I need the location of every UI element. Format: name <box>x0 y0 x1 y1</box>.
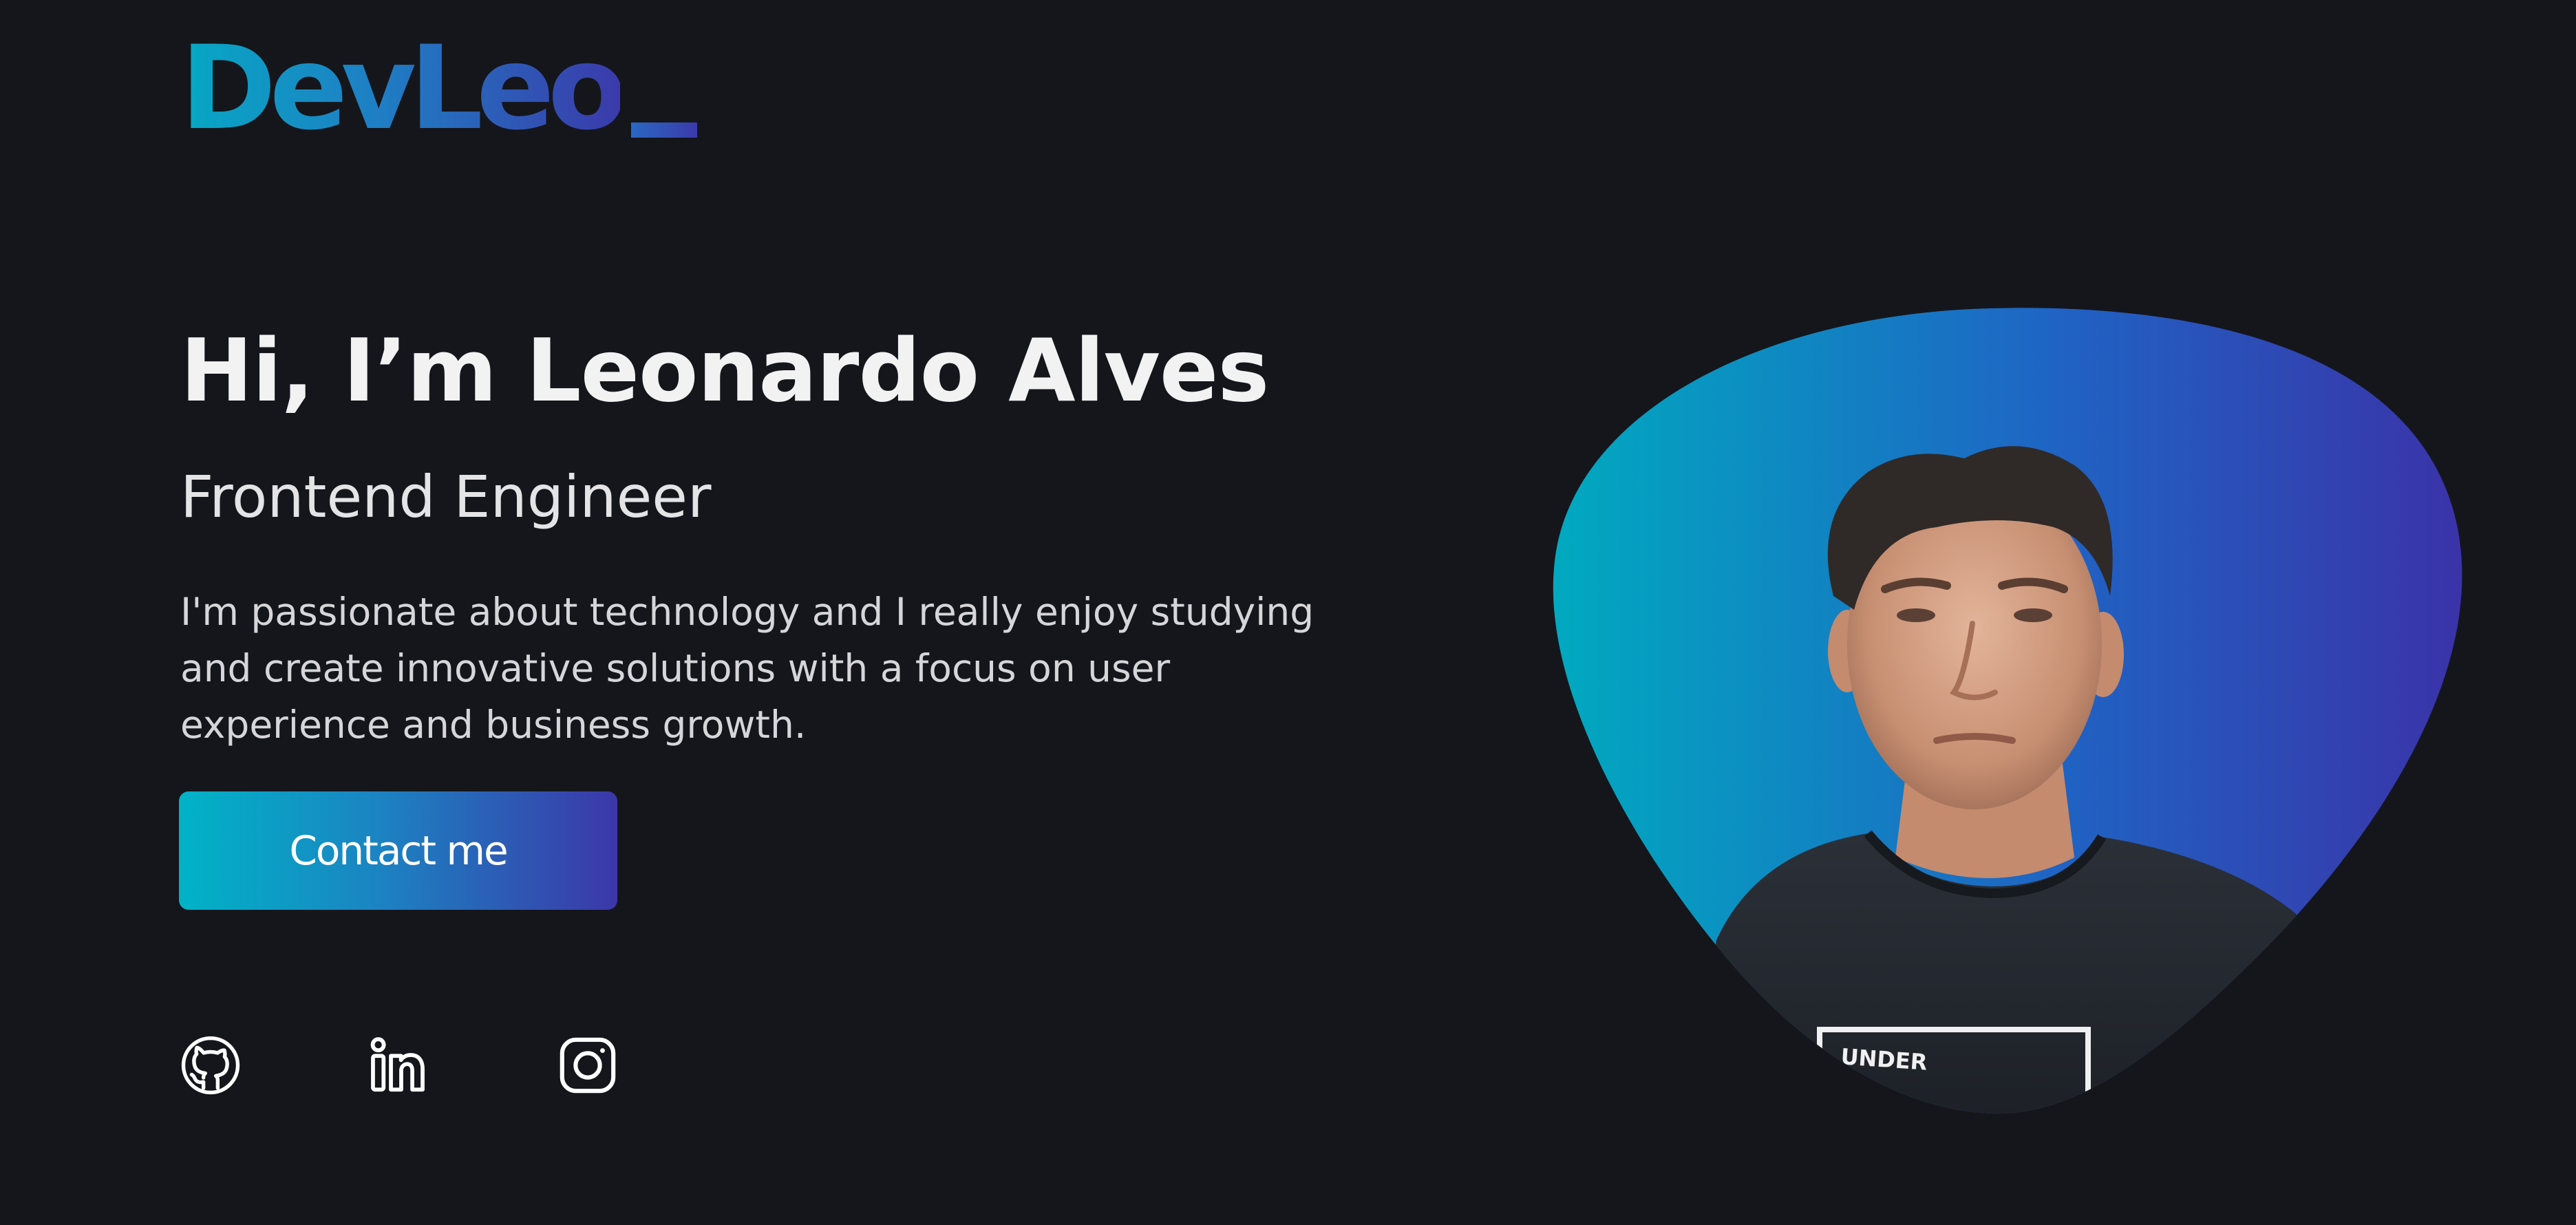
instagram-icon <box>560 1037 616 1094</box>
logo-text: DevLeo <box>180 21 627 156</box>
hero-subtitle: Frontend Engineer <box>180 463 712 531</box>
logo[interactable]: DevLeo <box>180 30 698 146</box>
hero-description: I'm passionate about technology and I re… <box>180 590 1314 747</box>
profile-photo: UNDER <box>1551 307 2462 1116</box>
page: DevLeo Hi, I’m Leonardo Alves Frontend E… <box>0 0 2576 1225</box>
linkedin-icon <box>370 1037 425 1092</box>
contact-me-button[interactable]: Contact me <box>179 791 617 910</box>
github-link[interactable] <box>179 1034 242 1097</box>
linkedin-link[interactable] <box>366 1034 429 1097</box>
github-icon <box>181 1036 240 1095</box>
logo-cursor <box>631 122 698 138</box>
hero-title: Hi, I’m Leonardo Alves <box>180 320 1269 421</box>
instagram-link[interactable] <box>556 1034 619 1097</box>
shirt-print-text: UNDER <box>1840 1043 1928 1076</box>
